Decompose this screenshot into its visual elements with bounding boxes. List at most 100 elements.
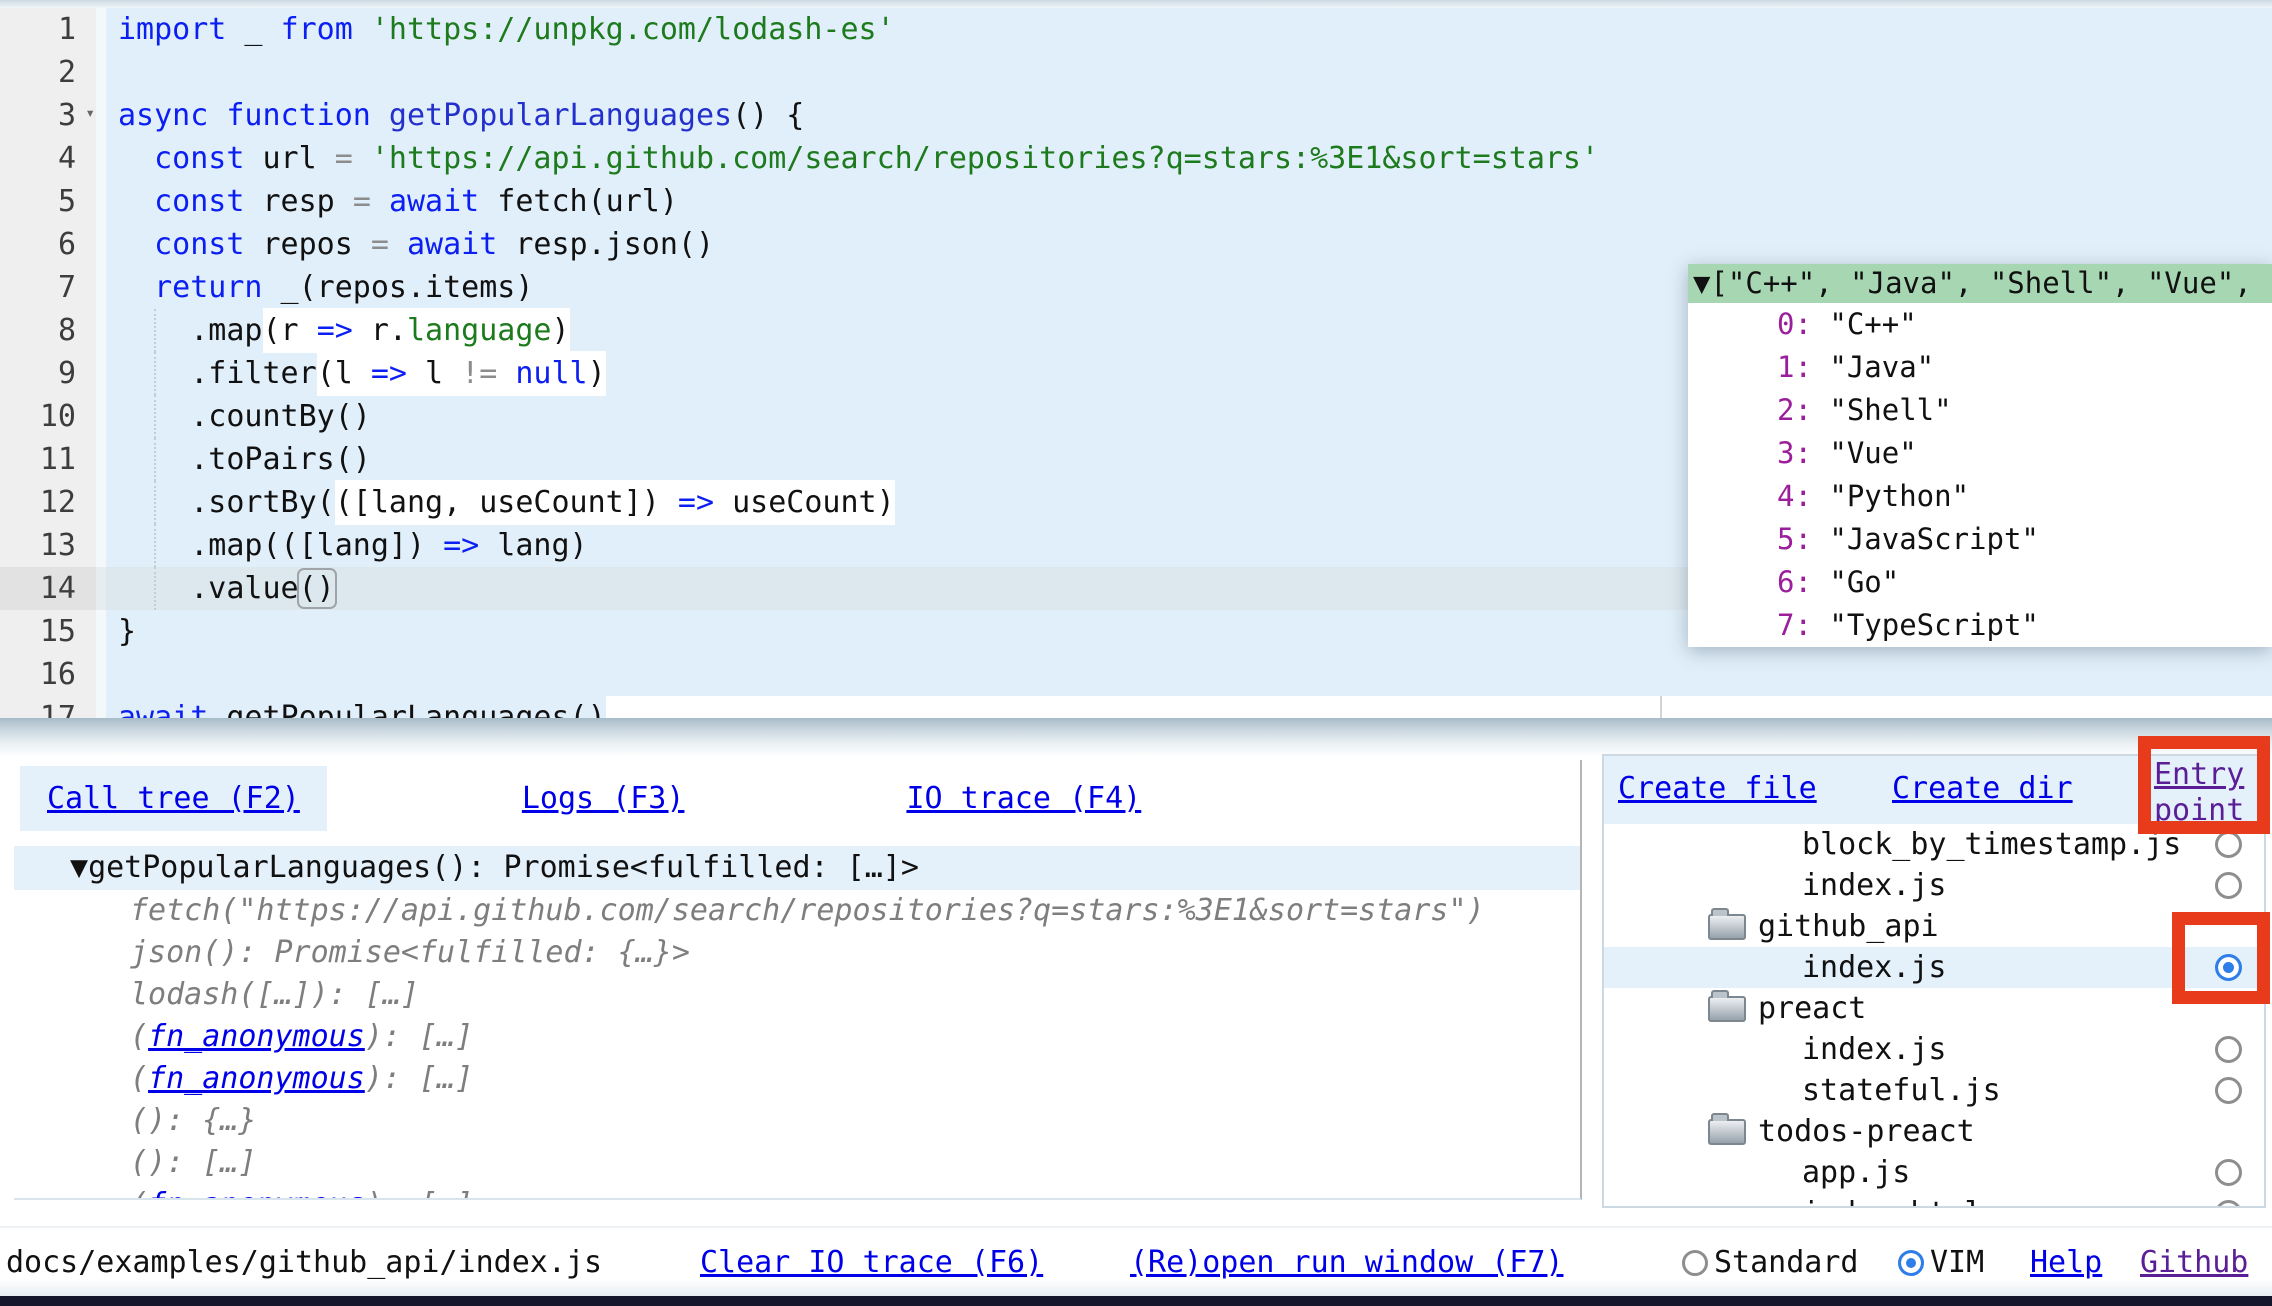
file-row-app.js[interactable]: app.js bbox=[1604, 1152, 2264, 1193]
call-tree-node[interactable]: fetch("https://api.github.com/search/rep… bbox=[14, 890, 1580, 932]
line-number: 3▾ bbox=[0, 94, 96, 137]
bottom-tabs: Call tree (F2) Logs (F3) IO trace (F4) bbox=[14, 760, 1580, 836]
call-tree-node[interactable]: (fn_anonymous): […] bbox=[14, 1016, 1580, 1058]
keyboard-mode-vim[interactable]: VIM bbox=[1898, 1245, 1984, 1280]
line-number: 9 bbox=[0, 352, 96, 395]
inspector-item: 1: "Java" bbox=[1688, 346, 2272, 389]
entry-point-radio[interactable] bbox=[2215, 1077, 2242, 1104]
line-number: 1 bbox=[0, 8, 96, 51]
create-dir-link[interactable]: Create dir bbox=[1892, 771, 2073, 806]
fold-arrow-icon[interactable]: ▾ bbox=[85, 105, 95, 121]
file-row-index.html[interactable]: index.html bbox=[1604, 1193, 2264, 1208]
line-number: 8 bbox=[0, 309, 96, 352]
keyboard-mode-standard[interactable]: Standard bbox=[1682, 1245, 1859, 1280]
code-line-4[interactable]: 4 const url = 'https://api.github.com/se… bbox=[0, 137, 2272, 180]
tab-io-trace[interactable]: IO trace (F4) bbox=[906, 781, 1141, 816]
folder-name[interactable]: todos-preact bbox=[1604, 1111, 1975, 1152]
inspector-item: 0: "C++" bbox=[1688, 303, 2272, 346]
folder-name[interactable]: github_api bbox=[1604, 906, 1939, 947]
code-text: import _ from 'https://unpkg.com/lodash-… bbox=[106, 8, 2272, 51]
file-name[interactable]: index.js bbox=[1604, 865, 1947, 906]
call-tree-node[interactable]: (fn_anonymous): […] bbox=[14, 1184, 1580, 1200]
code-text: const repos = await resp.json() bbox=[106, 223, 2272, 266]
code-line-6[interactable]: 6 const repos = await resp.json() bbox=[0, 223, 2272, 266]
code-line-2[interactable]: 2 bbox=[0, 51, 2272, 94]
file-row-block_by_timestamp.js[interactable]: block_by_timestamp.js bbox=[1604, 824, 2264, 865]
file-name[interactable]: index.js bbox=[1604, 1029, 1947, 1070]
code-text: const resp = await fetch(url) bbox=[106, 180, 2272, 223]
create-file-link[interactable]: Create file bbox=[1618, 771, 1817, 806]
code-line-5[interactable]: 5 const resp = await fetch(url) bbox=[0, 180, 2272, 223]
folder-row-todos-preact[interactable]: todos-preact bbox=[1604, 1111, 2264, 1152]
indent-guide bbox=[154, 309, 156, 352]
entry-point-radio[interactable] bbox=[2215, 872, 2242, 899]
line-number: 4 bbox=[0, 137, 96, 180]
call-tree-node[interactable]: json(): Promise<fulfilled: {…}> bbox=[14, 932, 1580, 974]
call-tree-node[interactable]: (fn_anonymous): […] bbox=[14, 1058, 1580, 1100]
tab-call-tree[interactable]: Call tree (F2) bbox=[20, 766, 327, 831]
entry-point-radio[interactable] bbox=[2215, 1200, 2242, 1208]
call-tree-node[interactable]: (): {…} bbox=[14, 1100, 1580, 1142]
entry-point-radio[interactable] bbox=[2215, 1159, 2242, 1186]
collapse-triangle-icon[interactable]: ▼ bbox=[70, 850, 88, 885]
file-tree: block_by_timestamp.jsindex.jsgithub_apii… bbox=[1604, 824, 2264, 1208]
folder-row-github_api[interactable]: github_api bbox=[1604, 906, 2264, 947]
anonymous-fn-link[interactable]: fn_anonymous bbox=[148, 1019, 365, 1054]
file-name[interactable]: index.html bbox=[1604, 1193, 1983, 1208]
clear-io-trace-link[interactable]: Clear IO trace (F6) bbox=[700, 1245, 1043, 1280]
line-number: 17 bbox=[0, 696, 96, 718]
code-line-17[interactable]: 17 await getPopularLanguages() bbox=[0, 696, 2272, 718]
entry-point-link[interactable]: Entry point bbox=[2154, 757, 2266, 829]
code-text: await getPopularLanguages() bbox=[106, 696, 2272, 718]
entry-point-radio[interactable] bbox=[2215, 1036, 2242, 1063]
code-line-3[interactable]: 3▾async function getPopularLanguages() { bbox=[0, 94, 2272, 137]
code-text: const url = 'https://api.github.com/sear… bbox=[106, 137, 2272, 180]
inspector-array-header[interactable]: ▼["C++", "Java", "Shell", "Vue", "Python… bbox=[1688, 264, 2272, 303]
call-tree-node[interactable]: (): […] bbox=[14, 1142, 1580, 1184]
inspector-array-preview: ["C++", "Java", "Shell", "Vue", "Python"… bbox=[1710, 266, 2272, 300]
anonymous-fn-link[interactable]: fn_anonymous bbox=[148, 1061, 365, 1096]
line-number: 11 bbox=[0, 438, 96, 481]
entry-point-radio[interactable] bbox=[2215, 831, 2242, 858]
collapse-triangle-icon[interactable]: ▼ bbox=[1693, 266, 1710, 300]
tab-logs[interactable]: Logs (F3) bbox=[522, 781, 685, 816]
file-name[interactable]: app.js bbox=[1604, 1152, 1910, 1193]
indent-guide bbox=[154, 567, 156, 610]
highlight-divider bbox=[1660, 696, 1662, 718]
file-browser-panel: Create file Create dir Entry point block… bbox=[1602, 754, 2266, 1208]
line-number: 7 bbox=[0, 266, 96, 309]
inspector-item: 6: "Go" bbox=[1688, 561, 2272, 604]
file-name[interactable]: block_by_timestamp.js bbox=[1604, 824, 2181, 865]
reopen-run-window-link[interactable]: (Re)open run window (F7) bbox=[1130, 1245, 1563, 1280]
folder-row-preact[interactable]: preact bbox=[1604, 988, 2264, 1029]
indent-guide bbox=[154, 352, 156, 395]
line-number: 10 bbox=[0, 395, 96, 438]
status-bar: docs/examples/github_api/index.js Clear … bbox=[0, 1226, 2272, 1298]
window-top-edge bbox=[0, 0, 2272, 8]
file-name[interactable]: stateful.js bbox=[1604, 1070, 2001, 1111]
file-browser-header: Create file Create dir Entry point bbox=[1604, 756, 2264, 824]
entry-point-radio[interactable] bbox=[2215, 954, 2242, 981]
folder-icon bbox=[1708, 914, 1746, 940]
inspector-item: 2: "Shell" bbox=[1688, 389, 2272, 432]
call-tree-node[interactable]: lodash([…]): […] bbox=[14, 974, 1580, 1016]
file-name[interactable]: index.js bbox=[1604, 947, 1947, 988]
file-row-stateful.js[interactable]: stateful.js bbox=[1604, 1070, 2264, 1111]
anonymous-fn-link[interactable]: fn_anonymous bbox=[148, 1187, 365, 1200]
code-text bbox=[106, 653, 2272, 696]
file-row-index.js[interactable]: index.js bbox=[1604, 947, 2264, 988]
file-row-index.js[interactable]: index.js bbox=[1604, 865, 2264, 906]
indent-guide bbox=[154, 481, 156, 524]
help-link[interactable]: Help bbox=[2030, 1245, 2102, 1280]
code-line-1[interactable]: 1import _ from 'https://unpkg.com/lodash… bbox=[0, 8, 2272, 51]
vim-radio[interactable] bbox=[1898, 1250, 1924, 1276]
line-number: 12 bbox=[0, 481, 96, 524]
code-line-16[interactable]: 16 bbox=[0, 653, 2272, 696]
line-number: 14 bbox=[0, 567, 96, 610]
github-link[interactable]: Github bbox=[2140, 1245, 2248, 1280]
file-row-index.js[interactable]: index.js bbox=[1604, 1029, 2264, 1070]
code-text bbox=[106, 51, 2272, 94]
standard-radio[interactable] bbox=[1682, 1250, 1708, 1276]
line-number: 15 bbox=[0, 610, 96, 653]
call-tree-root-node[interactable]: ▼getPopularLanguages(): Promise<fulfille… bbox=[14, 846, 1580, 890]
